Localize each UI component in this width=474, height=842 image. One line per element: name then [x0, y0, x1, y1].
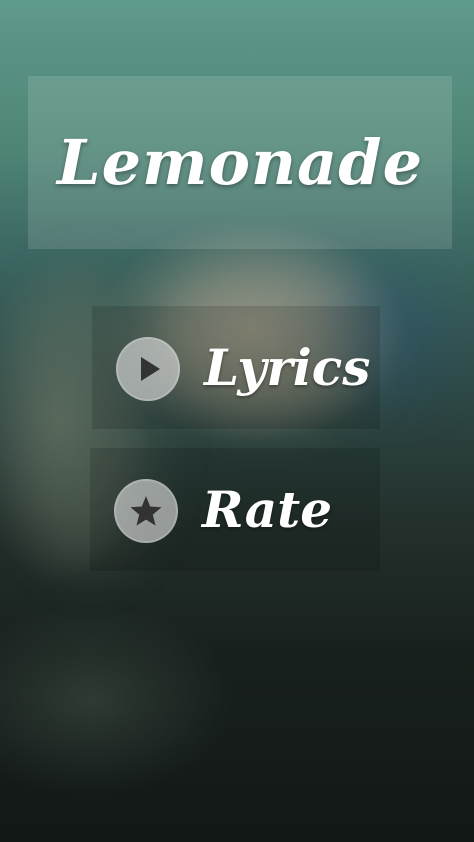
rate-label: Rate: [202, 480, 333, 539]
lyrics-label: Lyrics: [204, 338, 371, 397]
play-icon: [116, 337, 180, 401]
title-panel: Lemonade: [28, 76, 452, 249]
star-icon: [114, 479, 178, 543]
rate-button[interactable]: Rate: [90, 448, 380, 571]
app-title: Lemonade: [56, 126, 424, 199]
app-screen: Lemonade Lyrics Rate: [0, 0, 474, 842]
lyrics-button[interactable]: Lyrics: [92, 306, 380, 429]
